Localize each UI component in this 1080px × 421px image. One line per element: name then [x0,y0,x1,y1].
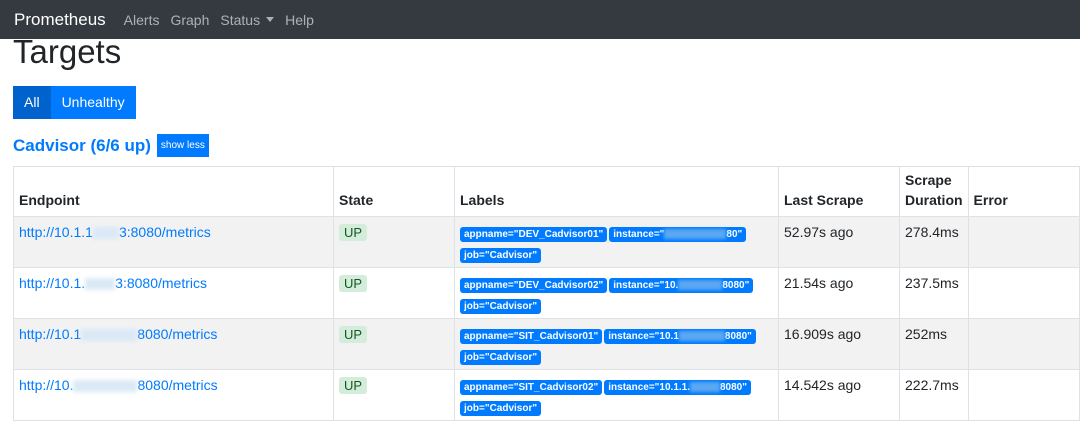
label-job: job="Cadvisor" [460,299,542,314]
table-row: http://10.1.1 3:8080/metrics UP appname="… [13,216,1080,268]
endpoint-suffix: 8080/metrics [137,377,218,393]
label-instance: instance="10. 8080" [609,278,754,293]
label-appname: appname="SIT_Cadvisor01" [460,329,603,344]
endpoint-cell: http://10.1.1 3:8080/metrics [13,216,334,268]
endpoint-suffix: 3:8080/metrics [115,275,207,291]
nav-alerts[interactable]: Alerts [124,12,160,28]
endpoint-suffix: 3:8080/metrics [118,224,211,240]
label-job: job="Cadvisor" [460,248,542,263]
label-appname: appname="DEV_Cadvisor02" [460,278,608,293]
label-instance-suffix: 8080" [720,382,747,393]
header-last-scrape: Last Scrape [778,166,900,217]
label-instance: instance=" 80" [609,227,747,242]
redaction-blur [678,331,725,342]
filter-button-group: All Unhealthy [13,86,136,119]
state-cell: UP [333,267,455,319]
show-less-button[interactable]: show less [156,134,209,157]
label-appname: appname="SIT_Cadvisor02" [460,380,603,395]
table-header-row: Endpoint State Labels Last Scrape Scrape… [13,166,1080,217]
label-appname: appname="DEV_Cadvisor01" [460,227,608,242]
targets-table: Endpoint State Labels Last Scrape Scrape… [13,166,1080,421]
label-instance-suffix: 8080" [724,331,752,342]
state-badge: UP [339,224,368,241]
nav-status-dropdown[interactable]: Status [220,11,275,28]
header-labels: Labels [454,166,779,217]
state-badge: UP [339,377,368,394]
last-scrape-cell: 16.909s ago [778,318,900,370]
endpoint-link[interactable]: http://10.1. 3:8080/metrics [19,275,207,291]
endpoint-link[interactable]: http://10. 8080/metrics [19,377,218,393]
error-cell [967,369,1080,421]
redaction-blur [92,227,119,240]
last-scrape-cell: 52.97s ago [778,216,900,268]
redaction-blur [690,382,720,393]
labels-cell: appname="SIT_Cadvisor02" instance="10.1.1… [454,369,779,421]
page-title: Targets [13,33,122,70]
label-instance: instance="10.1 8080" [604,329,756,344]
label-job: job="Cadvisor" [460,350,542,365]
endpoint-link[interactable]: http://10.1 8080/metrics [19,326,217,342]
redaction-blur [81,329,138,342]
redaction-blur [678,280,723,291]
state-cell: UP [333,369,455,421]
scrape-duration-cell: 222.7ms [899,369,969,421]
state-cell: UP [333,318,455,370]
scrape-duration-cell: 278.4ms [899,216,969,268]
job-header: Cadvisor (6/6 up) show less [13,134,209,157]
state-badge: UP [339,326,368,343]
error-cell [967,216,1080,268]
last-scrape-cell: 21.54s ago [778,267,900,319]
scrape-duration-cell: 237.5ms [899,267,969,319]
brand-link[interactable]: Prometheus [14,10,106,30]
labels-cell: appname="DEV_Cadvisor02" instance="10. 808… [454,267,779,319]
redaction-blur [85,278,116,291]
endpoint-prefix: http://10. [19,377,74,393]
header-endpoint: Endpoint [13,166,334,217]
nav-help[interactable]: Help [285,12,314,28]
labels-cell: appname="SIT_Cadvisor01" instance="10.1 80… [454,318,779,370]
label-instance-prefix: instance=" [613,229,665,240]
table-row: http://10.1 8080/metrics UP appname="SIT_… [13,318,1080,370]
filter-unhealthy-button[interactable]: Unhealthy [50,86,136,119]
label-instance-prefix: instance="10.1 [608,331,679,342]
table-row: http://10. 8080/metrics UP appname="SIT_C… [13,369,1080,421]
label-job: job="Cadvisor" [460,401,542,416]
header-error: Error [967,166,1080,217]
endpoint-suffix: 8080/metrics [137,326,218,342]
job-title-link[interactable]: Cadvisor (6/6 up) [13,136,151,156]
labels-cell: appname="DEV_Cadvisor01" instance=" 80" jo… [454,216,779,268]
caret-down-icon [266,17,275,22]
header-state: State [333,166,455,217]
nav-graph[interactable]: Graph [170,12,209,28]
endpoint-cell: http://10. 8080/metrics [13,369,334,421]
filter-all-button[interactable]: All [13,86,51,119]
redaction-blur [73,380,138,393]
label-instance-suffix: 80" [726,229,743,240]
label-instance-prefix: instance="10. [613,280,679,291]
error-cell [967,318,1080,370]
scrape-duration-cell: 252ms [899,318,969,370]
label-instance-prefix: instance="10.1.1. [608,382,690,393]
header-scrape-duration: Scrape Duration [899,166,969,217]
table-row: http://10.1. 3:8080/metrics UP appname="D… [13,267,1080,319]
redaction-blur [664,229,727,240]
endpoint-prefix: http://10.1.1 [19,224,93,240]
state-cell: UP [333,216,455,268]
nav-status-label: Status [220,11,261,28]
error-cell [967,267,1080,319]
endpoint-cell: http://10.1 8080/metrics [13,318,334,370]
label-instance: instance="10.1.1. 8080" [604,380,751,395]
state-badge: UP [339,275,368,292]
top-navbar: Prometheus Alerts Graph Status Help [0,0,1080,39]
label-instance-suffix: 8080" [722,280,750,291]
endpoint-prefix: http://10.1. [19,275,86,291]
last-scrape-cell: 14.542s ago [778,369,900,421]
endpoint-link[interactable]: http://10.1.1 3:8080/metrics [19,224,211,240]
endpoint-cell: http://10.1. 3:8080/metrics [13,267,334,319]
endpoint-prefix: http://10.1 [19,326,82,342]
